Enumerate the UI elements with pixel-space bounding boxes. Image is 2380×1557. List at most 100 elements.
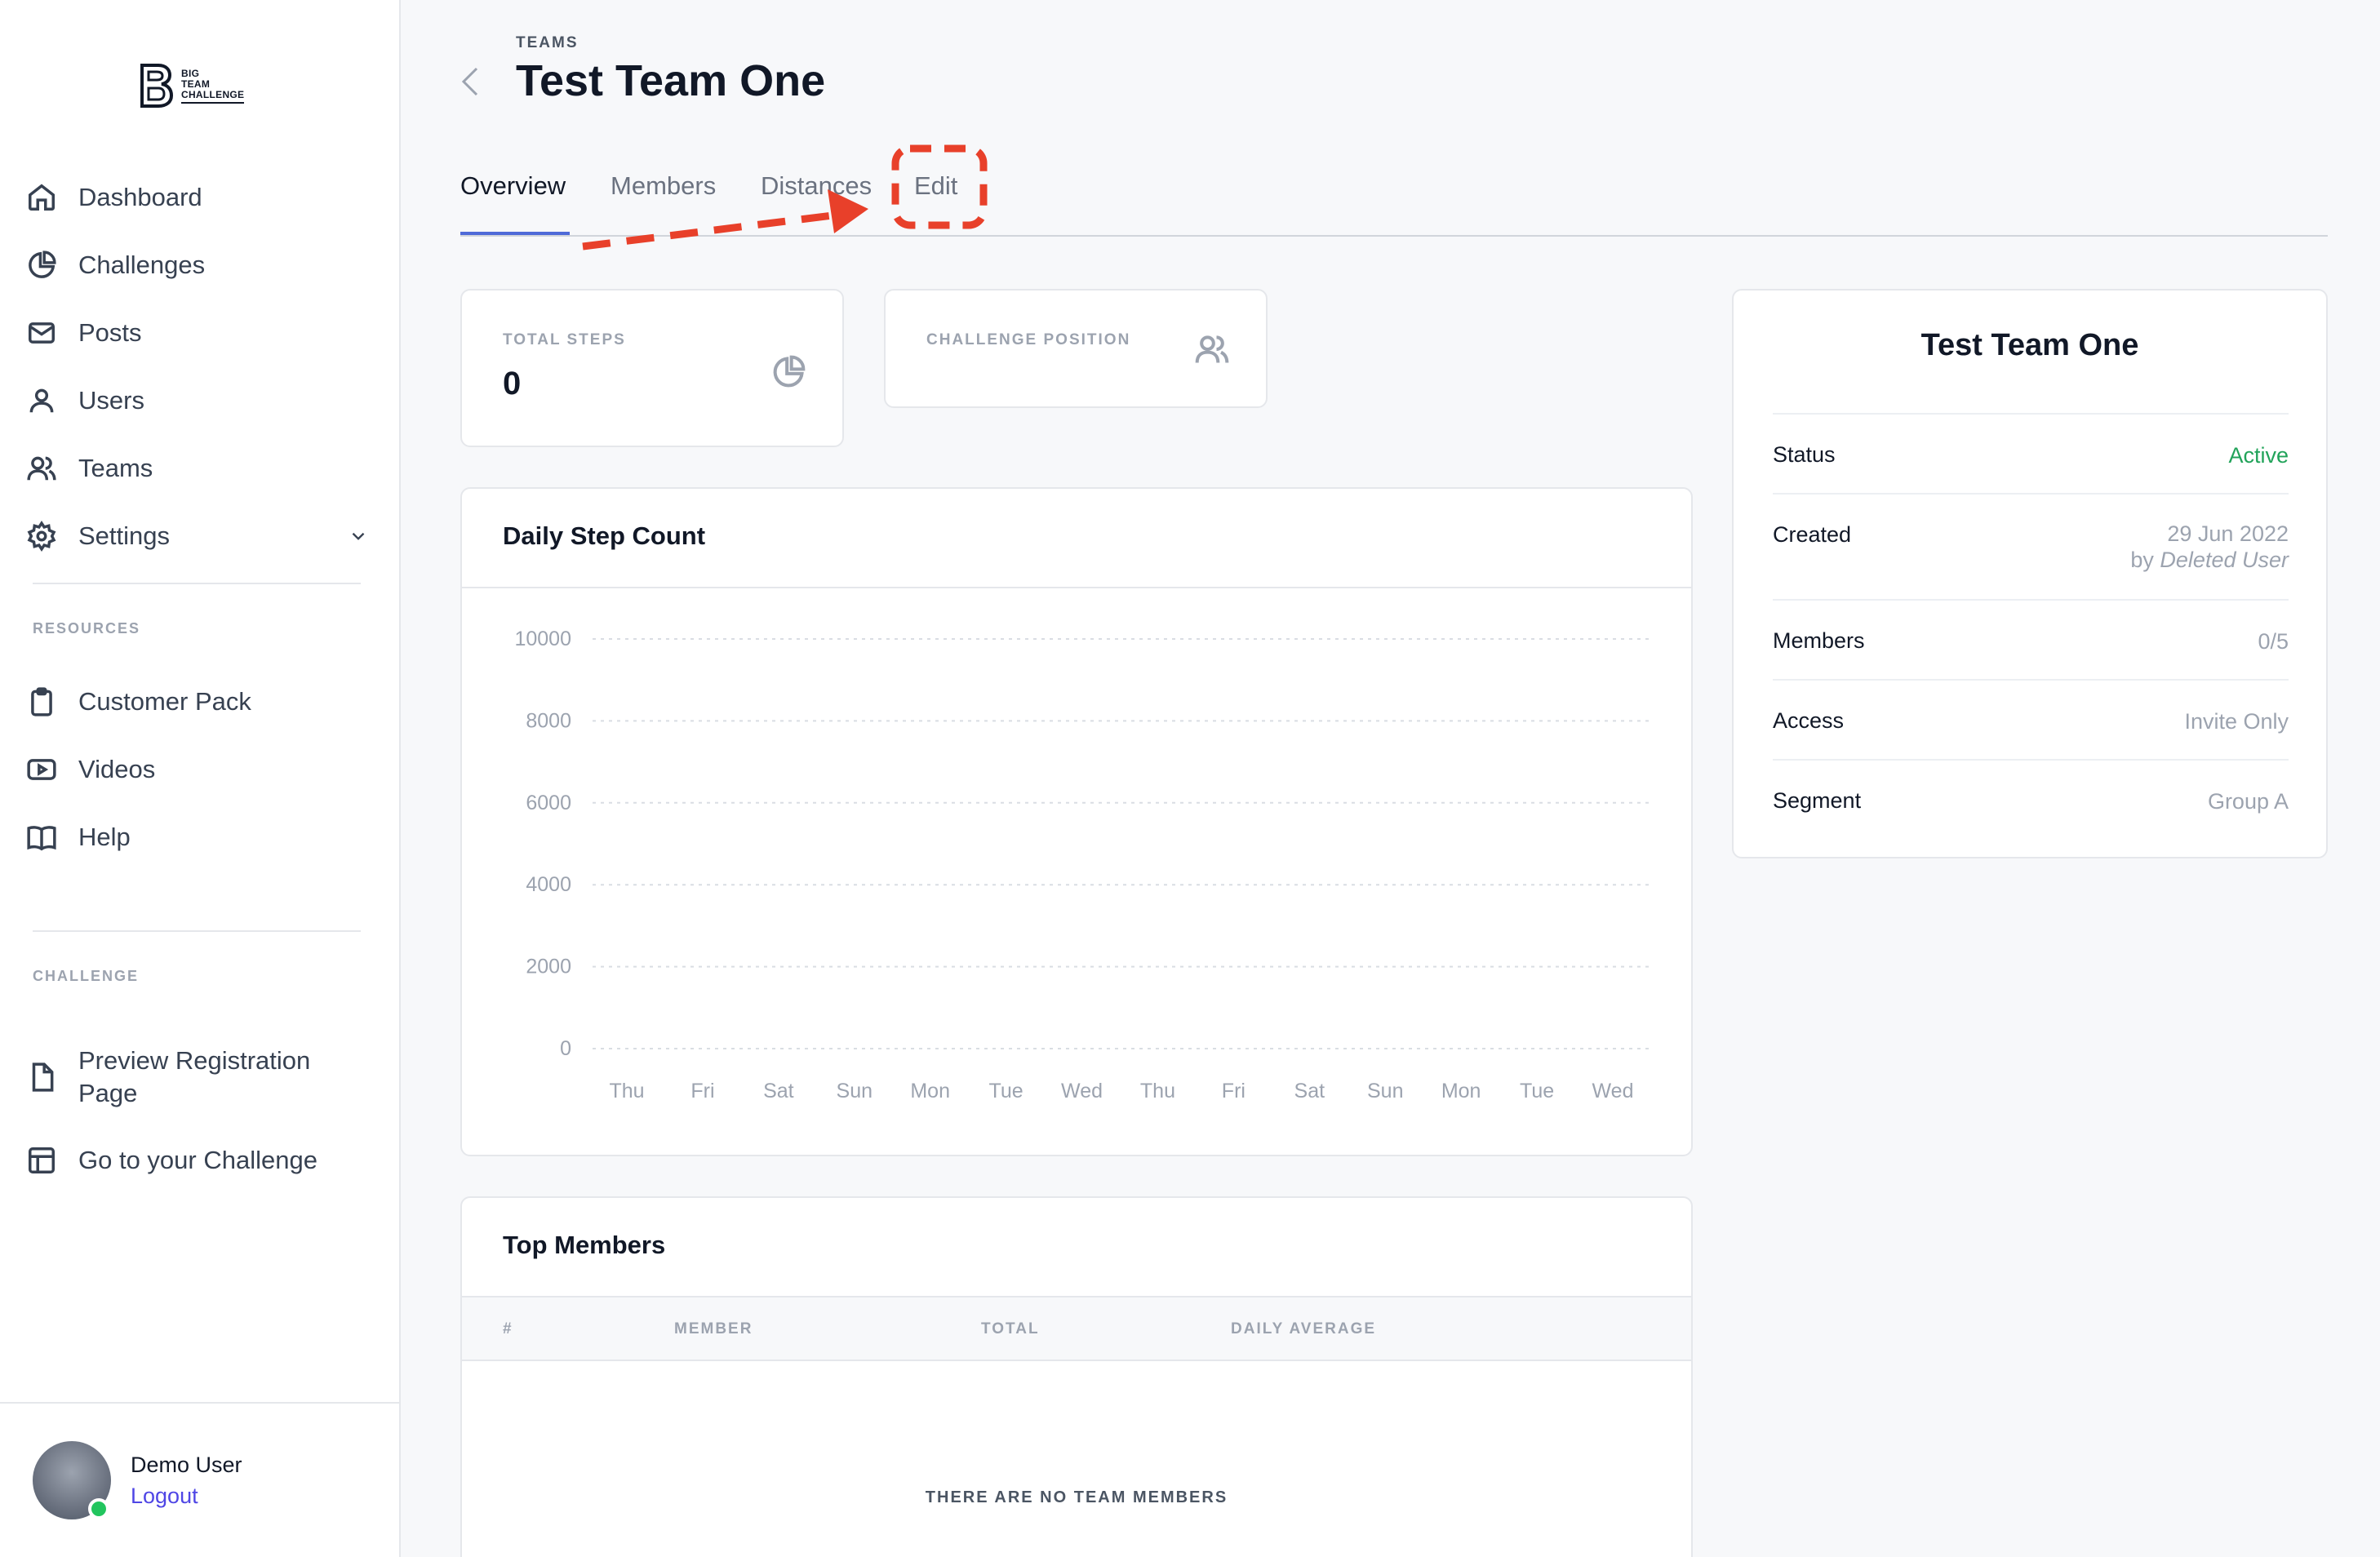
- nav-label: Help: [78, 822, 131, 851]
- nav-item-settings[interactable]: Settings: [26, 502, 369, 570]
- layout-icon: [29, 1147, 55, 1173]
- book-icon: [27, 825, 56, 850]
- x-tick-label: Sun: [837, 1080, 873, 1102]
- tab-distances[interactable]: Distances: [761, 171, 872, 201]
- document-icon: [32, 1062, 54, 1092]
- nav-item-help[interactable]: Help: [26, 803, 369, 871]
- breadcrumb[interactable]: TEAMS: [516, 34, 579, 52]
- page-title: Test Team One: [516, 56, 826, 105]
- y-tick-label: 8000: [526, 709, 571, 732]
- nav-item-videos[interactable]: Videos: [26, 735, 369, 803]
- stat-card-total-steps: TOTAL STEPS 0: [460, 289, 844, 447]
- x-tick-label: Tue: [1520, 1080, 1554, 1102]
- x-tick-label: Wed: [1061, 1080, 1103, 1102]
- x-tick-label: Fri: [1222, 1080, 1246, 1102]
- info-value: 0/5: [2258, 629, 2289, 654]
- y-tick-label: 4000: [526, 873, 571, 896]
- tab-bar: Overview Members Distances Edit: [460, 168, 2328, 237]
- info-row-created: Created 29 Jun 2022 by Deleted User: [1773, 493, 2289, 599]
- y-tick-label: 0: [560, 1037, 571, 1060]
- sidebar-divider: [33, 930, 361, 932]
- info-key: Access: [1773, 708, 1845, 733]
- logo-line: BIG: [181, 67, 200, 79]
- mail-icon: [29, 322, 55, 344]
- nav-label: Settings: [78, 521, 171, 550]
- video-icon: [27, 758, 56, 780]
- x-tick-label: Fri: [690, 1080, 714, 1102]
- table-header: # MEMBER TOTAL DAILY AVERAGE: [462, 1296, 1691, 1361]
- nav-item-go-to-challenge[interactable]: Go to your Challenge: [26, 1126, 369, 1194]
- created-value: 29 Jun 2022 by Deleted User: [2130, 521, 2289, 573]
- top-members-title: Top Members: [503, 1231, 666, 1259]
- empty-state-message: THERE ARE NO TEAM MEMBERS: [925, 1488, 1228, 1506]
- column-header-daily-average[interactable]: DAILY AVERAGE: [1231, 1320, 1376, 1338]
- x-tick-label: Sat: [1294, 1080, 1325, 1102]
- nav-item-posts[interactable]: Posts: [26, 299, 369, 366]
- info-row-members: Members 0/5: [1773, 599, 2289, 679]
- stat-value: 0: [503, 366, 522, 401]
- nav-item-customer-pack[interactable]: Customer Pack: [26, 668, 369, 735]
- column-header-member[interactable]: MEMBER: [674, 1320, 753, 1338]
- resources-nav: Customer Pack Videos Help: [26, 668, 369, 871]
- sidebar-divider: [33, 583, 361, 584]
- logo-line: TEAM: [181, 78, 211, 90]
- nav-label: Posts: [78, 317, 142, 347]
- stat-card-challenge-position: CHALLENGE POSITION: [884, 289, 1268, 408]
- user-name: Demo User: [131, 1453, 242, 1477]
- nav-item-users[interactable]: Users: [26, 366, 369, 434]
- nav-item-dashboard[interactable]: Dashboard: [26, 163, 369, 231]
- home-icon: [29, 184, 55, 211]
- sidebar: BIG TEAM CHALLENGE Dashboard Challenges …: [0, 0, 401, 1557]
- main-nav: Dashboard Challenges Posts Users Teams S…: [26, 163, 369, 570]
- stat-label: CHALLENGE POSITION: [926, 331, 1131, 348]
- nav-item-teams[interactable]: Teams: [26, 434, 369, 502]
- nav-item-challenges[interactable]: Challenges: [26, 231, 369, 299]
- user-icon: [29, 388, 54, 412]
- user-profile: Demo User Logout: [0, 1402, 399, 1557]
- online-status-indicator: [88, 1498, 109, 1519]
- column-header-rank[interactable]: #: [503, 1320, 513, 1338]
- x-tick-label: Mon: [1441, 1080, 1481, 1102]
- nav-label: Teams: [78, 453, 153, 482]
- back-button[interactable]: [457, 64, 482, 100]
- logo-b-icon: [140, 64, 174, 108]
- y-tick-label: 10000: [514, 628, 571, 650]
- column-header-total[interactable]: TOTAL: [981, 1320, 1040, 1338]
- team-info-card: Test Team One Status Active Created 29 J…: [1732, 289, 2328, 858]
- users-icon: [27, 456, 56, 480]
- nav-label: Preview Registration Page: [78, 1046, 311, 1107]
- x-tick-label: Wed: [1592, 1080, 1634, 1102]
- info-key: Segment: [1773, 788, 1862, 813]
- info-value: Group A: [2207, 789, 2289, 814]
- x-tick-label: Sun: [1367, 1080, 1403, 1102]
- info-key: Members: [1773, 628, 1865, 653]
- created-by-prefix: by: [2130, 548, 2154, 572]
- y-tick-label: 6000: [526, 792, 571, 814]
- tab-members[interactable]: Members: [611, 171, 716, 201]
- brand-logo[interactable]: BIG TEAM CHALLENGE: [137, 62, 245, 109]
- nav-label: Videos: [78, 754, 156, 783]
- daily-step-count-card: Daily Step Count 10000 8000 6000 4000 2000 0 T…: [460, 487, 1693, 1156]
- nav-label: Users: [78, 385, 144, 415]
- tab-edit[interactable]: Edit: [914, 171, 957, 201]
- tab-overview[interactable]: Overview: [460, 171, 566, 201]
- x-tick-label: Tue: [989, 1080, 1023, 1102]
- nav-label: Dashboard: [78, 182, 202, 211]
- top-members-card: Top Members # MEMBER TOTAL DAILY AVERAGE…: [460, 1196, 1693, 1557]
- pie-chart-icon: [29, 250, 56, 278]
- nav-item-preview-registration[interactable]: Preview Registration Page: [26, 1028, 369, 1126]
- team-info-title: Test Team One: [1920, 328, 2139, 362]
- x-tick-label: Mon: [910, 1080, 950, 1102]
- nav-label: Customer Pack: [78, 686, 251, 716]
- x-tick-label: Thu: [1140, 1080, 1175, 1102]
- challenge-nav: Preview Registration Page Go to your Cha…: [26, 1028, 369, 1194]
- step-count-chart: 10000 8000 6000 4000 2000 0 Thu Fri Sat Sun Mon Tue…: [514, 628, 1650, 1102]
- logout-link[interactable]: Logout: [131, 1484, 198, 1509]
- chevron-down-icon[interactable]: [348, 526, 369, 547]
- info-row-status: Status Active: [1773, 413, 2289, 493]
- info-row-segment: Segment Group A: [1773, 759, 2289, 839]
- stat-label: TOTAL STEPS: [503, 331, 626, 348]
- nav-label: Challenges: [78, 250, 206, 279]
- gear-icon: [27, 520, 56, 552]
- info-row-access: Access Invite Only: [1773, 679, 2289, 759]
